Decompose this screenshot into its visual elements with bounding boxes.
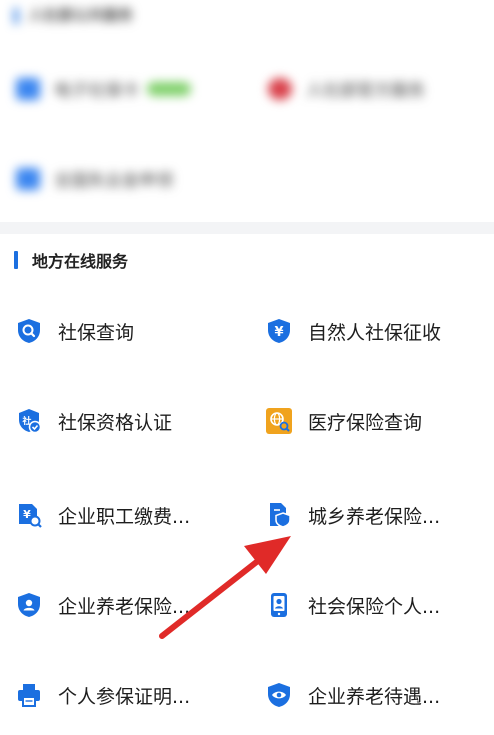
blurred-item-unemployment[interactable]: 全国失业金申领 xyxy=(16,166,173,191)
service-label: 企业养老待遇... xyxy=(308,685,441,708)
service-medical-insurance-query[interactable]: 医疗保险查询 xyxy=(266,406,422,436)
local-online-services-panel: 地方在线服务 社保查询 ¥ 自然人社保征收 社 社保资格认证 医疗保险查询 ¥ … xyxy=(0,234,494,735)
verify-badge-icon: 社 xyxy=(16,408,42,434)
section-title-text: 地方在线服务 xyxy=(32,252,129,271)
section-divider xyxy=(0,222,494,234)
yen-document-search-icon: ¥ xyxy=(16,502,42,528)
service-label: 社保资格认证 xyxy=(58,411,173,434)
emblem-icon xyxy=(268,77,292,100)
accent-bar xyxy=(14,251,18,269)
service-natural-person-collection[interactable]: ¥ 自然人社保征收 xyxy=(266,316,441,346)
card-icon xyxy=(16,77,40,100)
service-social-insurance-personal[interactable]: 社会保险个人... xyxy=(266,590,440,620)
service-enterprise-pension-insurance[interactable]: 企业养老保险... xyxy=(16,590,190,620)
shield-search-icon xyxy=(16,318,42,344)
shield-person-icon xyxy=(16,592,42,618)
phone-person-icon xyxy=(266,592,292,618)
blurred-item-official-service[interactable]: 人社部官方服务 xyxy=(268,76,425,101)
service-social-security-query[interactable]: 社保查询 xyxy=(16,316,134,346)
service-label: 城乡养老保险... xyxy=(308,505,441,528)
service-eligibility-verification[interactable]: 社 社保资格认证 xyxy=(16,406,172,436)
service-label: 企业职工缴费... xyxy=(58,505,191,528)
service-label: 社会保险个人... xyxy=(308,595,441,618)
blurred-item-e-social-card[interactable]: 电子社保卡 xyxy=(16,76,191,101)
service-label: 企业养老保险... xyxy=(58,595,191,618)
section-title: 地方在线服务 xyxy=(14,250,129,271)
medical-globe-search-icon xyxy=(266,408,292,434)
printer-icon xyxy=(16,682,42,708)
document-icon xyxy=(16,167,40,190)
shield-yen-icon: ¥ xyxy=(266,318,292,344)
service-label: 个人参保证明... xyxy=(58,685,191,708)
service-urban-rural-pension[interactable]: 城乡养老保险... xyxy=(266,500,440,530)
document-shield-icon xyxy=(266,502,292,528)
svg-text:¥: ¥ xyxy=(274,325,283,340)
eye-shield-icon xyxy=(266,682,292,708)
status-badge xyxy=(147,81,191,96)
service-label: 自然人社保征收 xyxy=(308,321,442,344)
service-personal-insurance-certificate[interactable]: 个人参保证明... xyxy=(16,680,190,710)
service-enterprise-pension-benefits[interactable]: 企业养老待遇... xyxy=(266,680,440,710)
blurred-public-services-section: 人社部公共服务 电子社保卡 人社部官方服务 全国失业金申领 xyxy=(0,0,494,222)
service-label: 医疗保险查询 xyxy=(308,411,423,434)
service-label: 社保查询 xyxy=(58,321,135,344)
blurred-section-title: 人社部公共服务 xyxy=(14,4,133,25)
service-enterprise-employee-payment[interactable]: ¥ 企业职工缴费... xyxy=(16,500,190,530)
